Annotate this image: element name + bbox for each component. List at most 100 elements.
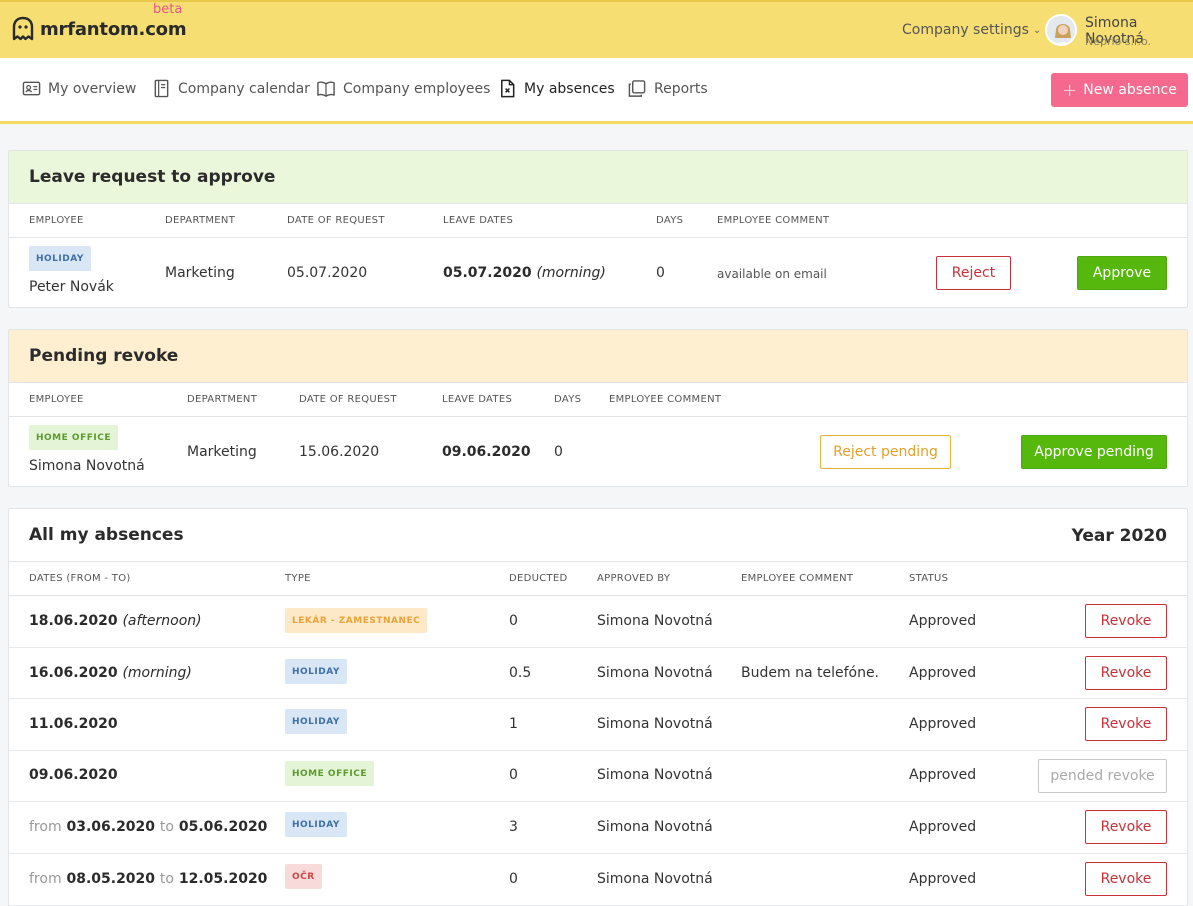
absence-dates: 11.06.2020 xyxy=(29,716,118,732)
date-from: 09.06.2020 xyxy=(29,767,118,783)
column-header: DAYS xyxy=(656,215,684,226)
all-absences-title: All my absences xyxy=(29,525,184,545)
ghost-logo-icon xyxy=(12,16,34,41)
column-header: DAYS xyxy=(554,394,582,405)
revoke-button[interactable]: Revoke xyxy=(1085,862,1167,896)
deducted: 3 xyxy=(509,819,518,835)
new-absence-button[interactable]: + New absence xyxy=(1051,73,1188,107)
leave-date: 05.07.2020 xyxy=(443,265,532,281)
status: Approved xyxy=(909,716,977,732)
column-header: DEPARTMENT xyxy=(165,215,236,226)
column-header: TYPE xyxy=(285,573,311,584)
all-absences-card: All my absences Year 2020 DATES (FROM - … xyxy=(8,508,1188,906)
employee-comment: available on email xyxy=(717,267,827,281)
table-row: from 08.05.2020 to 12.05.2020 OČR 0 Simo… xyxy=(9,854,1187,906)
department: Marketing xyxy=(187,444,257,460)
column-header: DEDUCTED xyxy=(509,573,568,584)
top-bar: mrfantom.com beta Company settings ⌄ Sim… xyxy=(0,0,1193,58)
user-company: Neprio s.r.o. xyxy=(1085,35,1152,48)
logo[interactable]: mrfantom.com xyxy=(12,16,187,42)
table-row: HOME OFFICE Simona Novotná Marketing 15.… xyxy=(9,417,1187,486)
leave-request-title: Leave request to approve xyxy=(9,151,1187,204)
nav-label: Company employees xyxy=(343,80,491,97)
leave-date: 09.06.2020 xyxy=(442,444,531,460)
approve-button[interactable]: Approve xyxy=(1077,256,1167,290)
leave-dates: 05.07.2020 (morning) xyxy=(443,265,606,281)
column-header: LEAVE DATES xyxy=(443,215,514,226)
status: Approved xyxy=(909,665,977,681)
deducted: 0 xyxy=(509,871,518,887)
type-badge: HOLIDAY xyxy=(285,812,347,837)
table-header: DATES (FROM - TO) TYPE DEDUCTED APPROVED… xyxy=(9,562,1187,596)
copy-icon xyxy=(628,80,646,97)
type-badge: HOME OFFICE xyxy=(285,761,374,786)
beta-label: beta xyxy=(153,2,183,17)
absence-dates: 16.06.2020 (morning) xyxy=(29,665,192,681)
approved-by: Simona Novotná xyxy=(597,665,713,681)
column-header: DATES (FROM - TO) xyxy=(29,573,131,584)
nav-company-calendar[interactable]: Company calendar xyxy=(152,79,310,98)
main-nav: My overview Company calendar Company emp… xyxy=(0,58,1193,124)
approved-by: Simona Novotná xyxy=(597,767,713,783)
nav-my-overview[interactable]: My overview xyxy=(22,79,136,98)
table-row: HOLIDAY Peter Novák Marketing 05.07.2020… xyxy=(9,238,1187,307)
user-avatar-icon xyxy=(1047,16,1075,44)
revoke-button[interactable]: Revoke xyxy=(1085,707,1167,741)
nav-company-employees[interactable]: Company employees xyxy=(316,79,490,98)
column-header: DATE OF REQUEST xyxy=(299,394,397,405)
employee-comment: Budem na telefóne. xyxy=(741,665,880,681)
column-header: APPROVED BY xyxy=(597,573,671,584)
chevron-down-icon: ⌄ xyxy=(1032,24,1042,36)
approve-pending-button[interactable]: Approve pending xyxy=(1021,435,1167,469)
from-label: from xyxy=(29,871,62,887)
column-header: DEPARTMENT xyxy=(187,394,258,405)
notebook-icon xyxy=(154,79,169,98)
date-from: 08.05.2020 xyxy=(66,871,156,887)
type-badge: HOLIDAY xyxy=(29,246,91,271)
type-badge: LEKÁR - ZAMESTNANEC xyxy=(285,608,428,633)
nav-label: Reports xyxy=(654,80,708,97)
avatar[interactable] xyxy=(1045,14,1077,46)
date-from: 16.06.2020 xyxy=(29,665,118,681)
document-x-icon xyxy=(501,79,515,98)
reject-pending-button[interactable]: Reject pending xyxy=(820,435,951,469)
type-badge: HOME OFFICE xyxy=(29,425,118,450)
column-header: DATE OF REQUEST xyxy=(287,215,385,226)
revoke-button[interactable]: Revoke xyxy=(1085,656,1167,690)
date-from: 03.06.2020 xyxy=(66,819,156,835)
column-header: EMPLOYEE COMMENT xyxy=(741,573,854,584)
id-card-icon xyxy=(22,81,41,96)
approved-by: Simona Novotná xyxy=(597,871,713,887)
new-absence-label: New absence xyxy=(1083,82,1177,98)
table-header: EMPLOYEE DEPARTMENT DATE OF REQUEST LEAV… xyxy=(9,383,1187,417)
nav-label: My overview xyxy=(48,80,137,97)
column-header: EMPLOYEE COMMENT xyxy=(609,394,722,405)
date-from: 18.06.2020 xyxy=(29,613,118,629)
deducted: 0 xyxy=(509,767,518,783)
days: 0 xyxy=(554,444,563,460)
pended-revoke-button[interactable]: pended revoke xyxy=(1038,759,1167,793)
nav-reports[interactable]: Reports xyxy=(627,79,708,98)
table-row: 18.06.2020 (afternoon) LEKÁR - ZAMESTNAN… xyxy=(9,596,1187,648)
deducted: 0.5 xyxy=(509,665,532,681)
date-of-request: 15.06.2020 xyxy=(299,444,380,460)
table-row: from 03.06.2020 to 05.06.2020 HOLIDAY 3 … xyxy=(9,802,1187,854)
absence-dates: 18.06.2020 (afternoon) xyxy=(29,613,202,629)
revoke-button[interactable]: Revoke xyxy=(1085,604,1167,638)
nav-label: My absences xyxy=(524,80,615,97)
reject-button[interactable]: Reject xyxy=(936,256,1011,290)
approved-by: Simona Novotná xyxy=(597,613,713,629)
day-part: (afternoon) xyxy=(122,613,202,629)
days: 0 xyxy=(656,265,665,281)
type-badge: HOLIDAY xyxy=(285,659,347,684)
absence-dates: from 03.06.2020 to 05.06.2020 xyxy=(29,819,267,835)
approved-by: Simona Novotná xyxy=(597,716,713,732)
absence-dates: from 08.05.2020 to 12.05.2020 xyxy=(29,871,267,887)
date-from: 11.06.2020 xyxy=(29,716,118,732)
revoke-button[interactable]: Revoke xyxy=(1085,810,1167,844)
all-absences-header: All my absences Year 2020 xyxy=(9,509,1187,562)
company-settings-dropdown[interactable]: Company settings ⌄ xyxy=(902,22,1041,38)
pending-revoke-title: Pending revoke xyxy=(9,330,1187,383)
to-label: to xyxy=(159,871,174,887)
nav-my-absences[interactable]: My absences xyxy=(498,79,615,98)
